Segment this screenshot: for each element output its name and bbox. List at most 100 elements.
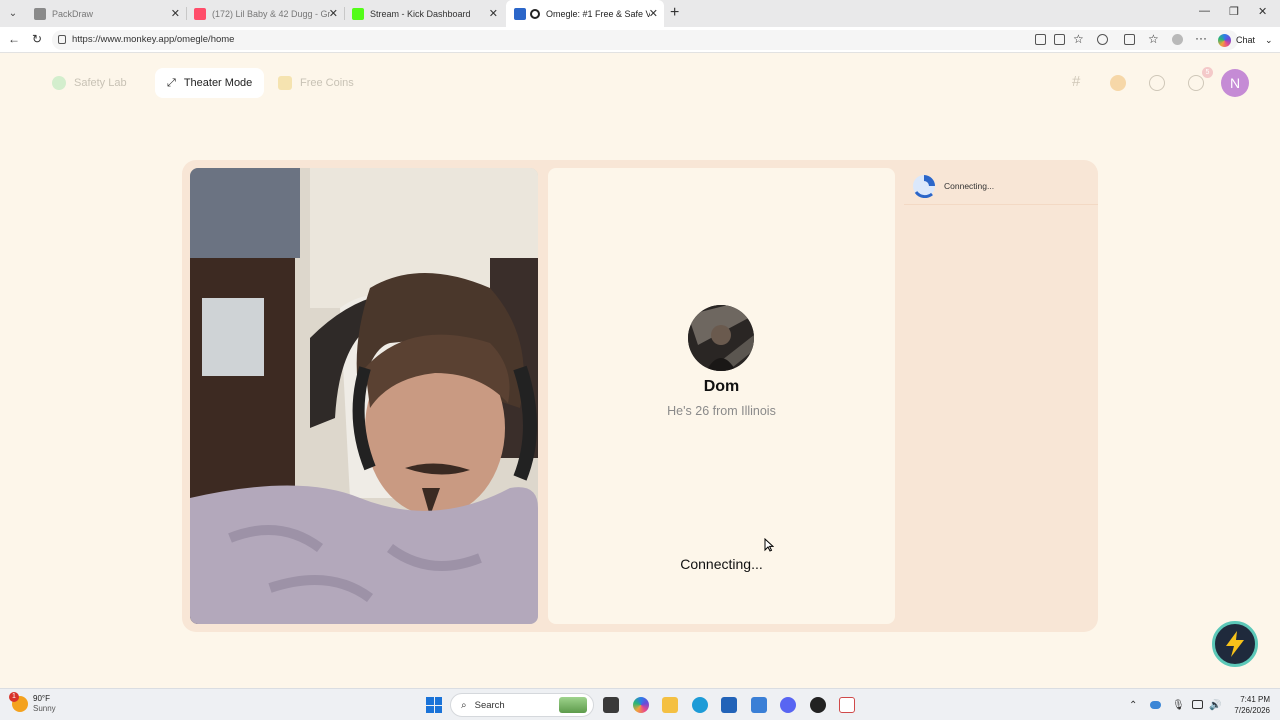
tray-chevron-up-icon[interactable]: ⌃	[1129, 700, 1137, 711]
copilot-icon	[1218, 33, 1231, 47]
edge-browser-icon[interactable]	[692, 697, 708, 713]
search-highlight-icon	[559, 697, 587, 713]
packdraw-favicon-icon	[34, 7, 46, 20]
coins-icon	[278, 76, 292, 90]
lightning-bolt-icon	[1226, 631, 1244, 657]
loading-spinner-icon	[912, 174, 936, 199]
discord-icon[interactable]	[780, 697, 796, 713]
search-icon: ⌕	[461, 699, 467, 711]
theater-mode-label: Theater Mode	[183, 77, 253, 89]
split-screen-icon[interactable]	[1124, 34, 1135, 45]
weather-widget[interactable]: 1 90°F Sunny	[9, 692, 56, 714]
kick-favicon-icon	[352, 7, 364, 20]
tab-title: Stream - Kick Dashboard	[370, 8, 471, 19]
url-text: https://www.monkey.app/omegle/home	[72, 34, 235, 45]
minimize-icon[interactable]: —	[1199, 5, 1210, 17]
free-coins-link[interactable]: Free Coins	[278, 68, 354, 98]
refresh-icon[interactable]: ↻	[32, 32, 42, 46]
connecting-status: Connecting...	[680, 556, 763, 572]
gem-icon[interactable]	[1110, 75, 1126, 91]
back-icon[interactable]: ←	[8, 32, 20, 46]
quick-match-button[interactable]	[1212, 621, 1258, 667]
recording-icon	[530, 8, 540, 19]
stranger-avatar-image	[688, 305, 754, 371]
windows-taskbar: 1 90°F Sunny ⌕ Search ⌃ 🎙 🔊 7:41 PM 7/26…	[0, 688, 1280, 720]
history-clock-icon[interactable]	[1149, 75, 1165, 91]
notification-badge: 5	[1202, 67, 1213, 78]
hashtag-icon[interactable]: #	[1072, 73, 1088, 90]
outlook-icon[interactable]	[751, 697, 767, 713]
self-camera-feed	[190, 168, 538, 624]
user-avatar[interactable]: N	[1221, 69, 1249, 97]
youtube-favicon-icon	[194, 7, 206, 20]
taskbar-search-box[interactable]: ⌕ Search	[450, 693, 594, 717]
new-tab-icon[interactable]: +	[670, 4, 679, 22]
reader-icon[interactable]	[1054, 34, 1065, 45]
more-menu-icon[interactable]: ···	[1195, 31, 1207, 45]
copilot-taskbar-icon[interactable]	[633, 697, 649, 713]
store-icon[interactable]	[721, 697, 737, 713]
video-chat-panel: Dom He's 26 from Illinois Connecting... …	[182, 160, 1098, 632]
clock-time: 7:41 PM	[1240, 695, 1270, 704]
shield-icon	[52, 76, 66, 90]
lock-icon	[58, 35, 66, 44]
file-explorer-icon[interactable]	[662, 697, 678, 713]
obs-icon[interactable]	[810, 697, 826, 713]
divider	[904, 204, 1098, 205]
tab-youtube[interactable]: (172) Lil Baby & 42 Dugg - Grace ( ✕	[186, 0, 344, 27]
safety-lab-label: Safety Lab	[74, 77, 127, 89]
tab-omegle[interactable]: Omegle: #1 Free & Safe Video ✕	[506, 0, 664, 27]
expand-icon: ⤢	[167, 76, 176, 89]
site-header: Safety Lab ⤢ Theater Mode Free Coins # 5…	[0, 54, 1280, 114]
messages-icon[interactable]	[1188, 75, 1204, 91]
camera-feed-image	[190, 168, 538, 624]
volume-icon[interactable]: 🔊	[1209, 700, 1221, 711]
mouse-cursor-icon	[764, 538, 774, 552]
chevron-down-icon[interactable]: ⌄	[1265, 35, 1273, 46]
close-tab-icon[interactable]: ✕	[649, 7, 658, 20]
theater-mode-button[interactable]: ⤢ Theater Mode	[155, 68, 265, 98]
address-bar: ← ↻ https://www.monkey.app/omegle/home ☆…	[0, 27, 1280, 53]
free-coins-label: Free Coins	[300, 77, 354, 89]
weather-description: Sunny	[33, 704, 56, 713]
safety-lab-link[interactable]: Safety Lab	[52, 68, 127, 98]
close-window-icon[interactable]: ✕	[1258, 5, 1267, 18]
copilot-chat-button[interactable]: Chat ⌄	[1218, 30, 1273, 50]
weather-temperature: 90°F	[33, 694, 50, 703]
stranger-avatar	[688, 305, 754, 371]
stranger-name: Dom	[703, 378, 740, 395]
tab-packdraw[interactable]: PackDraw ✕	[26, 0, 186, 27]
display-icon[interactable]	[1192, 700, 1203, 709]
restore-icon[interactable]: ❐	[1229, 5, 1239, 18]
profile-icon[interactable]	[1172, 34, 1183, 45]
tab-title: (172) Lil Baby & 42 Dugg - Grace (	[212, 8, 330, 19]
chat-sidebar: Connecting...	[904, 160, 1098, 632]
close-tab-icon[interactable]: ✕	[329, 7, 338, 20]
browser-tab-strip: ⌄ PackDraw ✕ (172) Lil Baby & 42 Dugg - …	[0, 0, 1280, 27]
extensions-icon[interactable]	[1097, 34, 1108, 45]
search-placeholder: Search	[474, 699, 505, 711]
camera-icon[interactable]	[1035, 34, 1046, 45]
sun-icon: 1	[9, 692, 28, 712]
tab-actions-icon[interactable]: ⌄	[4, 4, 22, 22]
windows-start-icon[interactable]	[426, 697, 442, 713]
tab-title: Omegle: #1 Free & Safe Video	[546, 8, 650, 19]
weather-alert-badge: 1	[9, 692, 19, 702]
stranger-card: Dom He's 26 from Illinois Connecting...	[548, 168, 895, 624]
task-view-icon[interactable]	[603, 697, 619, 713]
snipping-tool-icon[interactable]	[839, 697, 855, 713]
favorite-star-icon[interactable]: ☆	[1073, 32, 1084, 46]
microphone-icon[interactable]: 🎙	[1172, 700, 1185, 711]
sidebar-connecting-status: Connecting...	[912, 174, 995, 199]
favorites-icon[interactable]: ☆	[1148, 32, 1159, 46]
sidebar-status-text: Connecting...	[944, 181, 995, 191]
onedrive-icon[interactable]	[1150, 701, 1161, 709]
stranger-info: He's 26 from Illinois	[667, 404, 776, 418]
clock-date: 7/26/2026	[1234, 706, 1270, 715]
system-clock[interactable]: 7:41 PM 7/26/2026	[1224, 694, 1270, 716]
tab-title: PackDraw	[52, 8, 94, 19]
close-tab-icon[interactable]: ✕	[489, 7, 498, 20]
tab-kick-dashboard[interactable]: Stream - Kick Dashboard ✕	[344, 0, 504, 27]
chat-label: Chat	[1236, 35, 1256, 45]
close-tab-icon[interactable]: ✕	[171, 7, 180, 20]
